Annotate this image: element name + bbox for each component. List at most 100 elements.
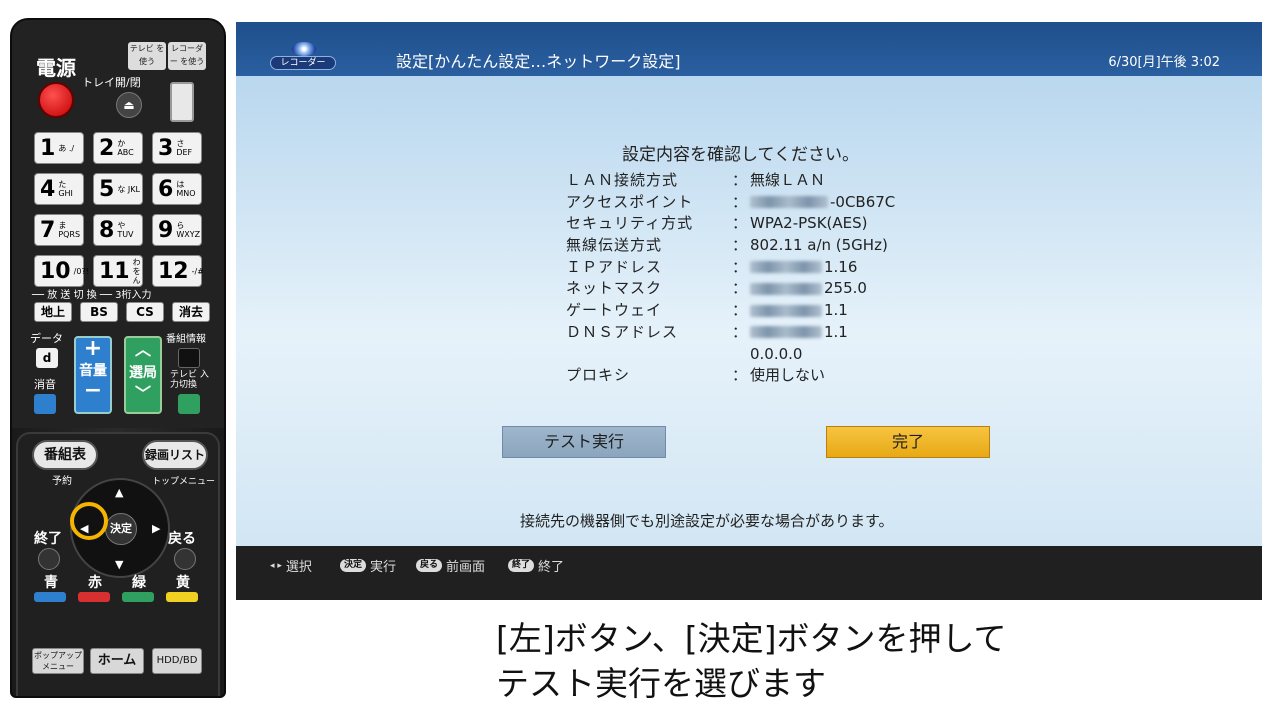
setting-row: ＤＮＳアドレス： 1.1: [566, 322, 926, 344]
program-info-button[interactable]: [178, 348, 200, 368]
exit-label: 終了: [34, 531, 62, 547]
numkey-11[interactable]: 11 わをん: [93, 255, 143, 287]
yellow-button[interactable]: [166, 592, 198, 602]
exit-badge-icon: 終了: [508, 559, 535, 572]
done-button[interactable]: 完了: [826, 426, 990, 458]
tray-label: トレイ開/閉: [82, 76, 141, 89]
back-label: 戻る: [168, 531, 196, 547]
mode-recorder-label: レコーダー を使う: [168, 42, 206, 70]
mode-slider[interactable]: [170, 82, 194, 122]
numkey-10[interactable]: 10/0?!: [34, 255, 89, 287]
power-label: 電源: [36, 56, 76, 80]
redacted-value: [750, 304, 822, 317]
channel-label: 選局: [129, 365, 157, 381]
arrow-right-icon[interactable]: ▶: [152, 522, 160, 535]
numkey-4[interactable]: 4た GHI: [34, 173, 84, 205]
tv-screen: レコーダー 設定[かんたん設定…ネットワーク設定] 6/30[月]午後 3:02…: [236, 22, 1262, 600]
green-button[interactable]: [122, 592, 154, 602]
arrow-up-icon[interactable]: ▲: [115, 486, 123, 499]
footer-back-label: 前画面: [446, 560, 486, 575]
left-button-highlight: [70, 502, 108, 540]
footer-select-label: 選択: [285, 560, 312, 575]
yellow-label: 黄: [176, 575, 190, 591]
numkey-1[interactable]: 1あ ./: [34, 132, 84, 164]
setting-value: 1.1: [824, 301, 848, 320]
setting-value: 802.11 a/n (5GHz): [750, 236, 888, 255]
red-label: 赤: [88, 575, 102, 591]
screen-body: 設定内容を確認してください。 ＬＡＮ接続方式：無線ＬＡＮ アクセスポイント： -0…: [236, 76, 1262, 546]
numkey-5[interactable]: 5な JKL: [93, 173, 143, 205]
setting-key: セキュリティ方式: [566, 214, 694, 233]
clear-button[interactable]: 消去: [172, 302, 210, 322]
instruction-caption: [左]ボタン、[決定]ボタンを押して テスト実行を選びます: [496, 616, 1007, 706]
screen-footer: ◂ ▸ 選択 決定 実行 戻る 前画面 終了 終了: [236, 546, 1262, 600]
numkey-7[interactable]: 7ま PQRS: [34, 214, 84, 246]
mute-label: 消音: [34, 378, 56, 391]
setting-key: アクセスポイント: [566, 192, 694, 211]
numkey-3[interactable]: 3さ DEF: [152, 132, 202, 164]
top-menu-label: トップメニュー: [152, 477, 216, 487]
confirm-message: 設定内容を確認してください。: [622, 145, 859, 165]
setting-row: ＬＡＮ接続方式：無線ＬＡＮ: [566, 170, 926, 192]
left-right-arrows-icon: ◂ ▸: [270, 560, 282, 571]
broadcast-keys: 地上 BS CS 消去: [34, 302, 214, 322]
eject-icon[interactable]: ⏏: [116, 92, 142, 118]
numkey-12[interactable]: 12 -/#: [152, 255, 204, 287]
cs-button[interactable]: CS: [126, 302, 164, 322]
screen-header: レコーダー 設定[かんたん設定…ネットワーク設定] 6/30[月]午後 3:02: [236, 22, 1262, 76]
setting-row: プロキシ：使用しない: [566, 365, 926, 387]
setting-value: 使用しない: [750, 366, 826, 385]
back-button[interactable]: [174, 548, 196, 570]
setting-key: ゲートウェイ: [566, 301, 663, 320]
data-button[interactable]: d: [36, 348, 58, 368]
popup-menu-button[interactable]: ポップアップ メニュー: [32, 648, 84, 674]
test-run-button[interactable]: テスト実行: [502, 426, 666, 458]
setting-value: -0CB67C: [830, 192, 896, 211]
caption-line-2: テスト実行を選びます: [496, 664, 826, 703]
hdd-bd-button[interactable]: HDD/BD: [152, 648, 202, 674]
tv-input-button[interactable]: [178, 394, 200, 414]
blue-button[interactable]: [34, 592, 66, 602]
exit-button[interactable]: [38, 548, 60, 570]
enter-button[interactable]: 決定: [105, 513, 137, 545]
setting-row: ＩＰアドレス： 1.16: [566, 257, 926, 279]
setting-value: WPA2-PSK(AES): [750, 214, 868, 233]
recording-list-button[interactable]: 録画リスト: [142, 440, 208, 470]
home-button[interactable]: ホーム: [90, 648, 144, 674]
setting-value: 0.0.0.0: [750, 344, 803, 363]
numkey-2[interactable]: 2か ABC: [93, 132, 143, 164]
power-button[interactable]: [38, 82, 74, 118]
red-button[interactable]: [78, 592, 110, 602]
setting-row: ゲートウェイ： 1.1: [566, 300, 926, 322]
mode-switch-labels: テレビ を使うレコーダー を使う: [128, 42, 212, 72]
guide-button[interactable]: 番組表: [32, 440, 98, 470]
channel-rocker[interactable]: ︿ 選局 ﹀: [124, 336, 162, 414]
bs-button[interactable]: BS: [80, 302, 118, 322]
redacted-value: [750, 261, 822, 274]
logo-label: レコーダー: [270, 56, 336, 70]
recorder-disc-icon: レコーダー: [270, 42, 336, 70]
remote-control: 電源 トレイ開/閉 ⏏ テレビ を使うレコーダー を使う 1あ ./ 2か AB…: [10, 18, 226, 698]
footer-back: 戻る 前画面: [416, 556, 485, 575]
broadcast-label: ── 放 送 切 換 ── 3桁入力: [32, 290, 152, 301]
minus-icon: −: [83, 378, 103, 403]
numpad: 1あ ./ 2か ABC 3さ DEF 4た GHI 5な JKL 6は MNO…: [34, 132, 214, 287]
redacted-value: [750, 282, 822, 295]
setting-value: 255.0: [824, 279, 867, 298]
numkey-6[interactable]: 6は MNO: [152, 173, 202, 205]
enter-badge-icon: 決定: [340, 559, 367, 572]
setting-row: アクセスポイント： -0CB67C: [566, 192, 926, 214]
footer-enter: 決定 実行: [340, 556, 396, 575]
redacted-value: [750, 196, 828, 209]
program-info-label: 番組情報: [166, 334, 206, 345]
arrow-down-icon[interactable]: ▼: [115, 558, 123, 571]
blue-label: 青: [44, 575, 58, 591]
numkey-9[interactable]: 9ら WXYZ: [152, 214, 202, 246]
mute-button[interactable]: [34, 394, 56, 414]
redacted-value: [750, 326, 822, 339]
footer-exit-label: 終了: [538, 560, 565, 575]
terrestrial-button[interactable]: 地上: [34, 302, 72, 322]
numkey-8[interactable]: 8や TUV: [93, 214, 143, 246]
volume-rocker[interactable]: + 音量 −: [74, 336, 112, 414]
setting-key: ネットマスク: [566, 279, 663, 298]
